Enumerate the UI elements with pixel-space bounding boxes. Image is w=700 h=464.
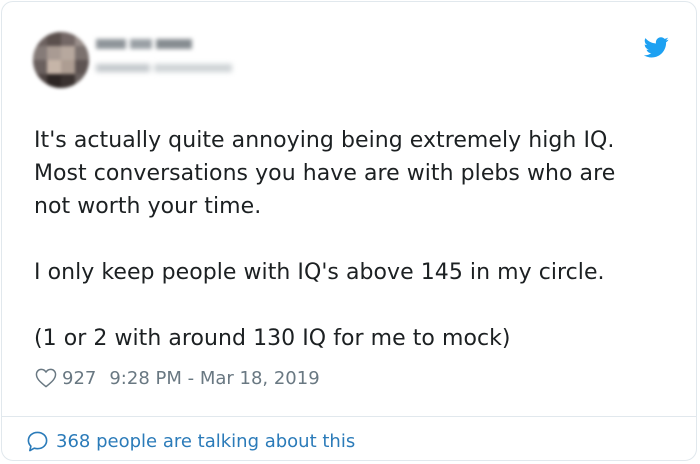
tweet-meta: 927 9:28 PM - Mar 18, 2019 — [35, 366, 320, 390]
speech-bubble-icon — [26, 430, 56, 453]
author-handle-redacted[interactable] — [96, 59, 234, 72]
talking-about-text[interactable]: 368 people are talking about this — [56, 431, 355, 452]
timestamp[interactable]: 9:28 PM - Mar 18, 2019 — [109, 368, 319, 389]
twitter-bird-icon[interactable] — [643, 37, 669, 58]
tweet-paragraph: I only keep people with IQ's above 145 i… — [34, 260, 605, 285]
tweet-text: It's actually quite annoying being extre… — [34, 124, 674, 355]
tweet-card: It's actually quite annoying being extre… — [1, 1, 697, 461]
author-name-redacted[interactable] — [96, 36, 194, 50]
avatar[interactable] — [33, 32, 89, 88]
talking-about-link[interactable]: 368 people are talking about this — [26, 428, 355, 454]
tweet-paragraph: (1 or 2 with around 130 IQ for me to moc… — [34, 326, 511, 351]
divider — [2, 416, 696, 417]
like-count[interactable]: 927 — [62, 368, 96, 389]
heart-outline-icon[interactable] — [35, 368, 62, 388]
tweet-paragraph: It's actually quite annoying being extre… — [34, 128, 616, 219]
